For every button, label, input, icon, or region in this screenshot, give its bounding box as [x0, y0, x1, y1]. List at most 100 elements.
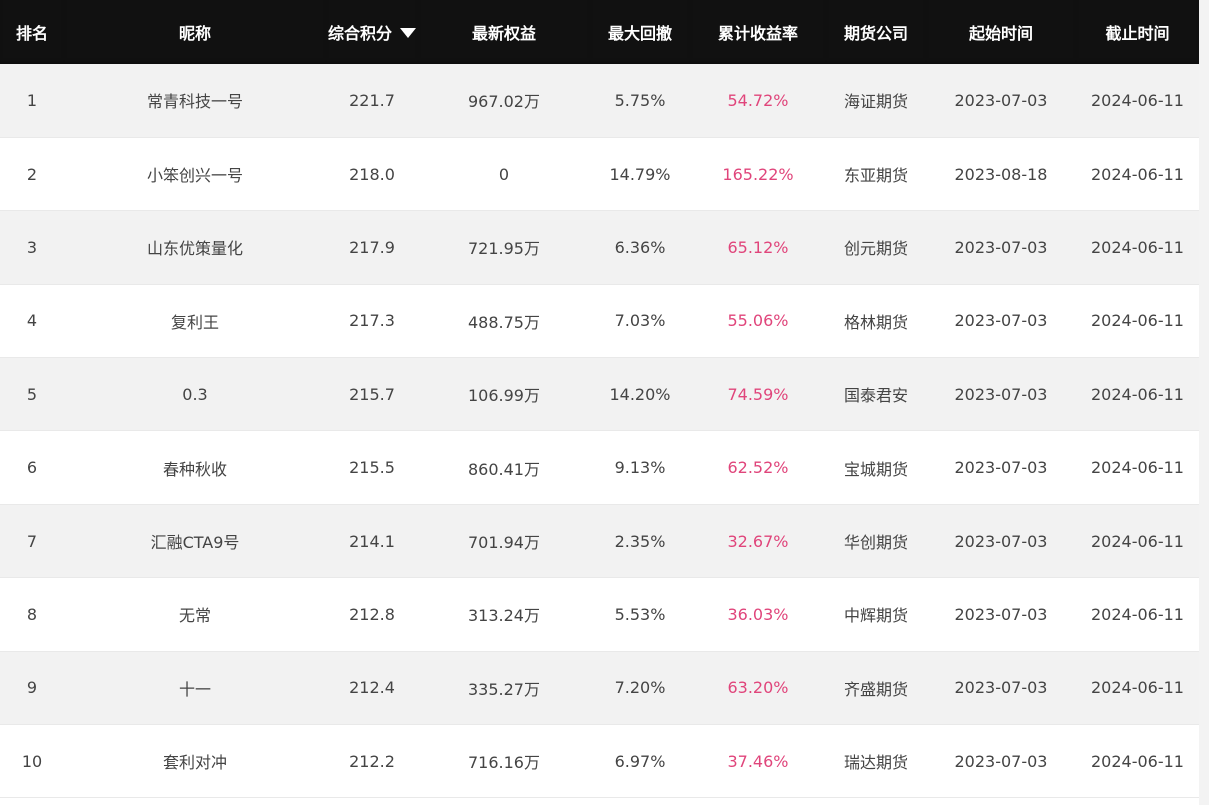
- cell-score: 221.7: [326, 64, 418, 138]
- cell-equity: 335.27万: [418, 651, 590, 726]
- cell-return: 62.52%: [690, 430, 826, 505]
- cell-end-date: 2024-06-11: [1076, 137, 1199, 212]
- cell-return: 37.46%: [690, 724, 826, 799]
- cell-rank: 7: [0, 504, 64, 579]
- header-equity: 最新权益: [418, 0, 590, 64]
- cell-rank: 5: [0, 357, 64, 432]
- cell-start-date: 2023-07-03: [926, 724, 1076, 799]
- table-row[interactable]: 9 十一 212.4 335.27万 7.20% 63.20% 齐盛期货 2023-07-03…: [0, 651, 1199, 726]
- cell-name: 套利对冲: [64, 724, 326, 799]
- cell-firm: 海证期货: [826, 64, 926, 138]
- cell-drawdown: 7.20%: [590, 651, 690, 726]
- cell-drawdown: 9.13%: [590, 430, 690, 505]
- cell-end-date: 2024-06-11: [1076, 724, 1199, 799]
- cell-return: 32.67%: [690, 504, 826, 579]
- ranking-table: 排名 昵称 综合积分 最新权益 最大回撤 累计收益率 期货公司 起始时间 截止时…: [0, 0, 1199, 799]
- cell-rank: 10: [0, 724, 64, 799]
- cell-score: 215.7: [326, 357, 418, 432]
- cell-equity: 716.16万: [418, 724, 590, 799]
- cell-equity: 0: [418, 137, 590, 212]
- cell-end-date: 2024-06-11: [1076, 64, 1199, 138]
- triangle-down-icon[interactable]: [400, 28, 416, 38]
- cell-drawdown: 14.79%: [590, 137, 690, 212]
- cell-drawdown: 7.03%: [590, 284, 690, 359]
- cell-name: 汇融CTA9号: [64, 504, 326, 579]
- cell-name: 无常: [64, 577, 326, 652]
- cell-start-date: 2023-07-03: [926, 577, 1076, 652]
- cell-rank: 3: [0, 210, 64, 285]
- cell-equity: 967.02万: [418, 64, 590, 138]
- cell-return: 54.72%: [690, 64, 826, 138]
- table-row[interactable]: 4 复利王 217.3 488.75万 7.03% 55.06% 格林期货 2023-07-0…: [0, 284, 1199, 359]
- cell-name: 0.3: [64, 357, 326, 432]
- header-name: 昵称: [64, 0, 326, 64]
- cell-firm: 齐盛期货: [826, 651, 926, 726]
- table-row[interactable]: 8 无常 212.8 313.24万 5.53% 36.03% 中辉期货 2023-07-03…: [0, 577, 1199, 652]
- cell-end-date: 2024-06-11: [1076, 430, 1199, 505]
- cell-drawdown: 5.53%: [590, 577, 690, 652]
- header-drawdown: 最大回撤: [590, 0, 690, 64]
- cell-end-date: 2024-06-11: [1076, 284, 1199, 359]
- cell-score: 217.3: [326, 284, 418, 359]
- cell-drawdown: 14.20%: [590, 357, 690, 432]
- cell-score: 218.0: [326, 137, 418, 212]
- cell-firm: 东亚期货: [826, 137, 926, 212]
- cell-score: 215.5: [326, 430, 418, 505]
- cell-return: 165.22%: [690, 137, 826, 212]
- cell-drawdown: 2.35%: [590, 504, 690, 579]
- table-row[interactable]: 7 汇融CTA9号 214.1 701.94万 2.35% 32.67% 华创期货 2023-…: [0, 504, 1199, 579]
- cell-score: 212.4: [326, 651, 418, 726]
- cell-end-date: 2024-06-11: [1076, 651, 1199, 726]
- cell-start-date: 2023-08-18: [926, 137, 1076, 212]
- header-start: 起始时间: [926, 0, 1076, 64]
- cell-firm: 中辉期货: [826, 577, 926, 652]
- cell-equity: 313.24万: [418, 577, 590, 652]
- cell-drawdown: 6.97%: [590, 724, 690, 799]
- cell-start-date: 2023-07-03: [926, 651, 1076, 726]
- cell-score: 212.8: [326, 577, 418, 652]
- cell-score: 212.2: [326, 724, 418, 799]
- cell-firm: 华创期货: [826, 504, 926, 579]
- cell-equity: 106.99万: [418, 357, 590, 432]
- header-firm: 期货公司: [826, 0, 926, 64]
- cell-equity: 701.94万: [418, 504, 590, 579]
- cell-equity: 488.75万: [418, 284, 590, 359]
- cell-rank: 6: [0, 430, 64, 505]
- header-row: 排名 昵称 综合积分 最新权益 最大回撤 累计收益率 期货公司 起始时间 截止时…: [0, 0, 1199, 64]
- cell-firm: 宝城期货: [826, 430, 926, 505]
- ranking-panel: 排名 昵称 综合积分 最新权益 最大回撤 累计收益率 期货公司 起始时间 截止时…: [0, 0, 1209, 805]
- cell-return: 55.06%: [690, 284, 826, 359]
- cell-equity: 860.41万: [418, 430, 590, 505]
- table-row[interactable]: 5 0.3 215.7 106.99万 14.20% 74.59% 国泰君安 2023-07-…: [0, 357, 1199, 432]
- header-return: 累计收益率: [690, 0, 826, 64]
- cell-end-date: 2024-06-11: [1076, 210, 1199, 285]
- cell-rank: 4: [0, 284, 64, 359]
- cell-name: 山东优策量化: [64, 210, 326, 285]
- cell-end-date: 2024-06-11: [1076, 504, 1199, 579]
- cell-end-date: 2024-06-11: [1076, 577, 1199, 652]
- header-score-sortable[interactable]: 综合积分: [326, 0, 418, 64]
- cell-return: 36.03%: [690, 577, 826, 652]
- cell-score: 214.1: [326, 504, 418, 579]
- table-row[interactable]: 10 套利对冲 212.2 716.16万 6.97% 37.46% 瑞达期货 2023-07…: [0, 724, 1199, 799]
- cell-name: 十一: [64, 651, 326, 726]
- cell-return: 63.20%: [690, 651, 826, 726]
- cell-start-date: 2023-07-03: [926, 357, 1076, 432]
- cell-name: 复利王: [64, 284, 326, 359]
- cell-start-date: 2023-07-03: [926, 284, 1076, 359]
- cell-end-date: 2024-06-11: [1076, 357, 1199, 432]
- table-row[interactable]: 6 春种秋收 215.5 860.41万 9.13% 62.52% 宝城期货 2023-07-…: [0, 430, 1199, 505]
- table-row[interactable]: 3 山东优策量化 217.9 721.95万 6.36% 65.12% 创元期货 2023-0…: [0, 210, 1199, 285]
- cell-firm: 瑞达期货: [826, 724, 926, 799]
- cell-start-date: 2023-07-03: [926, 64, 1076, 138]
- table-row[interactable]: 2 小笨创兴一号 218.0 0 14.79% 165.22% 东亚期货 2023-08-18…: [0, 137, 1199, 212]
- cell-start-date: 2023-07-03: [926, 504, 1076, 579]
- table-row[interactable]: 1 常青科技一号 221.7 967.02万 5.75% 54.72% 海证期货 2023-0…: [0, 64, 1199, 138]
- cell-rank: 8: [0, 577, 64, 652]
- cell-firm: 格林期货: [826, 284, 926, 359]
- cell-equity: 721.95万: [418, 210, 590, 285]
- header-end: 截止时间: [1076, 0, 1199, 64]
- cell-rank: 1: [0, 64, 64, 138]
- cell-return: 74.59%: [690, 357, 826, 432]
- table-header: 排名 昵称 综合积分 最新权益 最大回撤 累计收益率 期货公司 起始时间 截止时…: [0, 0, 1199, 64]
